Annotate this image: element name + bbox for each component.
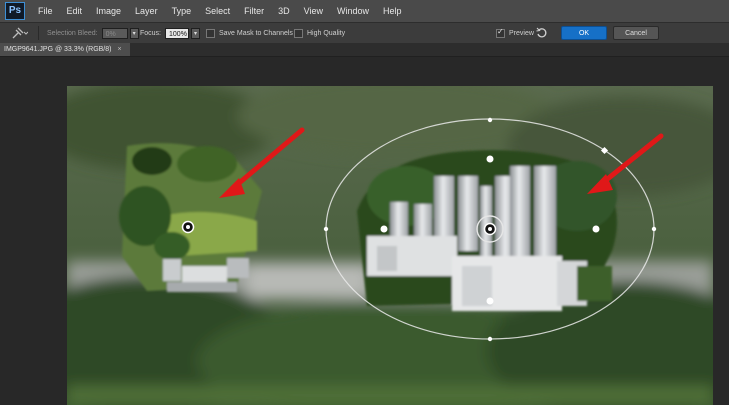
menu-select[interactable]: Select — [198, 6, 237, 16]
options-divider — [38, 26, 39, 40]
cancel-button[interactable]: Cancel — [613, 26, 659, 40]
document-tab-title: IMGP9641.JPG @ 33.3% (RGB/8) — [4, 46, 112, 53]
high-quality-checkbox[interactable] — [294, 28, 303, 38]
menu-bar: Ps File Edit Image Layer Type Select Fil… — [0, 0, 729, 22]
focus-dropdown[interactable]: ▾ — [191, 27, 201, 39]
photo-preview — [67, 86, 713, 405]
focus-label: Focus: — [140, 29, 162, 37]
menu-filter[interactable]: Filter — [237, 6, 271, 16]
menu-layer[interactable]: Layer — [128, 6, 165, 16]
reset-icon[interactable] — [536, 23, 548, 43]
feather-handle-top[interactable] — [486, 155, 494, 163]
focus-group: Focus: 100% ▾ — [140, 23, 201, 43]
selection-bleed-field[interactable]: 0% — [101, 27, 128, 39]
save-mask-checkbox[interactable] — [206, 28, 215, 38]
selection-bleed-label: Selection Bleed: — [47, 29, 98, 37]
document-tab-bar: IMGP9641.JPG @ 33.3% (RGB/8) × — [0, 43, 729, 57]
pin-tool-icon[interactable] — [10, 23, 28, 43]
feather-handle-right[interactable] — [592, 225, 600, 233]
menu-view[interactable]: View — [297, 6, 330, 16]
selection-bleed-dropdown[interactable]: ▾ — [129, 27, 139, 39]
high-quality-option[interactable]: High Quality — [294, 23, 345, 43]
menu-edit[interactable]: Edit — [60, 6, 90, 16]
save-mask-label: Save Mask to Channels — [219, 29, 293, 37]
feather-handle-bottom[interactable] — [486, 297, 494, 305]
menu-type[interactable]: Type — [165, 6, 199, 16]
document-tab[interactable]: IMGP9641.JPG @ 33.3% (RGB/8) × — [0, 43, 130, 56]
blur-pin-left[interactable] — [181, 220, 195, 234]
feather-handle-left[interactable] — [380, 225, 388, 233]
menu-3d[interactable]: 3D — [271, 6, 297, 16]
preview-checkbox[interactable] — [496, 27, 505, 38]
selection-bleed-group: Selection Bleed: 0% ▾ — [47, 23, 139, 43]
close-tab-icon[interactable]: × — [117, 46, 121, 53]
ok-button[interactable]: OK — [561, 26, 607, 40]
focus-field[interactable]: 100% — [165, 27, 190, 39]
save-mask-option[interactable]: Save Mask to Channels — [206, 23, 293, 43]
preview-option[interactable]: Preview — [496, 23, 534, 43]
menu-help[interactable]: Help — [376, 6, 409, 16]
menu-file[interactable]: File — [31, 6, 60, 16]
high-quality-label: High Quality — [307, 29, 346, 37]
preview-label: Preview — [509, 29, 534, 37]
image-canvas[interactable] — [67, 86, 713, 405]
menu-image[interactable]: Image — [89, 6, 128, 16]
menu-window[interactable]: Window — [330, 6, 376, 16]
options-bar: Selection Bleed: 0% ▾ Focus: 100% ▾ Save… — [0, 22, 729, 44]
photoshop-logo: Ps — [5, 2, 25, 20]
